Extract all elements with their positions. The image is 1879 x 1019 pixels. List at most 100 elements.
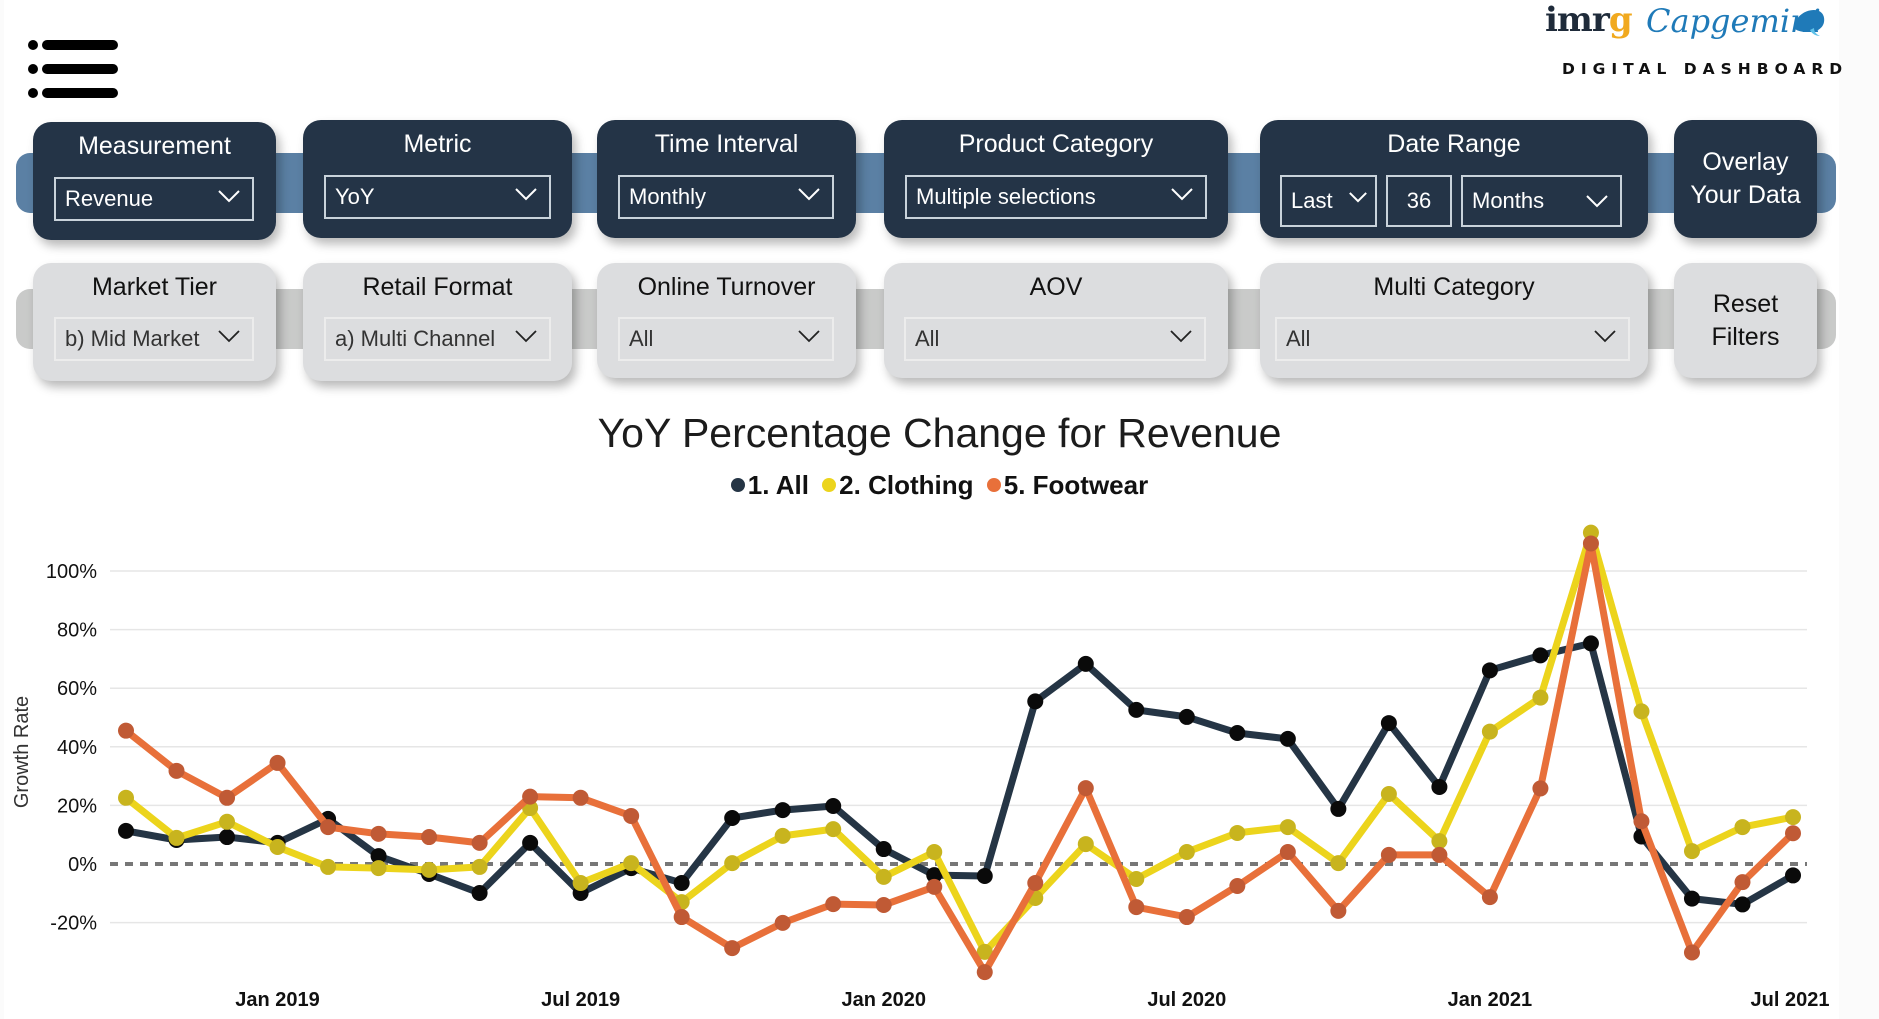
data-point-clothing[interactable]: 2. Clothing Feb 2019: -1% bbox=[320, 858, 337, 875]
line-chart: -20%0%20%40%60%80%100% Jan 2019 Jul 2019 J… bbox=[11, 524, 1829, 1011]
data-point-footwear[interactable]: 5. Footwear Feb 2020: -7.8% bbox=[926, 878, 943, 895]
data-point-clothing[interactable]: 2. Clothing Aug 2019: 0.3% bbox=[623, 855, 640, 872]
data-point-footwear[interactable]: 5. Footwear Apr 2019: 9.2% bbox=[421, 829, 438, 846]
y-tick-label: 80% bbox=[57, 620, 97, 642]
data-point-footwear[interactable]: 5. Footwear Feb 2021: 25.8% bbox=[1532, 780, 1549, 797]
data-point-all[interactable]: 1. All Feb 2021: 71.2% bbox=[1532, 647, 1549, 664]
data-point-all[interactable]: 1. All Jun 2021: -13.8% bbox=[1734, 896, 1751, 913]
y-tick-label: 60% bbox=[57, 678, 97, 700]
data-point-clothing[interactable]: 2. Clothing Oct 2018: 22.6% bbox=[118, 789, 134, 806]
data-point-clothing[interactable]: 2. Clothing Apr 2021: 52.1% bbox=[1633, 703, 1650, 720]
data-point-clothing[interactable]: 2. Clothing Jan 2020: -4.4% bbox=[875, 868, 892, 885]
data-point-clothing[interactable]: 2. Clothing Nov 2018: 8.9% bbox=[168, 829, 185, 846]
data-point-footwear[interactable]: 5. Footwear Feb 2019: 12.6% bbox=[320, 819, 337, 836]
data-point-all[interactable]: 1. All May 2019: -9.9% bbox=[471, 885, 488, 902]
data-point-all[interactable]: 1. All Jun 2019: 7.2% bbox=[522, 834, 539, 851]
data-point-footwear[interactable]: 5. Footwear Aug 2019: 16.4% bbox=[623, 807, 640, 824]
data-point-all[interactable]: 1. All Dec 2018: 9.2% bbox=[219, 829, 236, 846]
data-point-clothing[interactable]: 2. Clothing Mar 2019: -1.4% bbox=[370, 860, 387, 877]
y-axis-label: Growth Rate bbox=[11, 696, 33, 808]
y-tick-label: 40% bbox=[57, 737, 97, 759]
data-point-all[interactable]: 1. All Jun 2020: 52.6% bbox=[1128, 701, 1145, 718]
data-point-footwear[interactable]: 5. Footwear Jun 2020: -14.7% bbox=[1128, 899, 1145, 916]
data-point-footwear[interactable]: 5. Footwear Jun 2021: -6.2% bbox=[1734, 874, 1751, 891]
data-point-all[interactable]: 1. All May 2020: 68.3% bbox=[1077, 655, 1094, 672]
data-point-clothing[interactable]: 2. Clothing Feb 2021: 56.8% bbox=[1532, 689, 1549, 706]
data-point-all[interactable]: 1. All Dec 2019: 19.8% bbox=[825, 797, 842, 814]
data-point-clothing[interactable]: 2. Clothing Jul 2021: 16% bbox=[1785, 809, 1801, 826]
x-tick-label: Jul 2019 bbox=[541, 989, 620, 1011]
data-point-footwear[interactable]: 5. Footwear Mar 2020: -36.9% bbox=[976, 964, 993, 981]
data-point-all[interactable]: 1. All Nov 2019: 18.4% bbox=[774, 802, 791, 819]
data-point-all[interactable]: 1. All Jul 2020: 50.2% bbox=[1178, 708, 1195, 725]
data-point-footwear[interactable]: 5. Footwear Jul 2019: 22.6% bbox=[572, 789, 589, 806]
data-point-footwear[interactable]: 5. Footwear Dec 2018: 22.6% bbox=[219, 789, 236, 806]
data-point-footwear[interactable]: 5. Footwear May 2021: -30.2% bbox=[1683, 944, 1700, 961]
data-point-all[interactable]: 1. All Jan 2020: 5.1% bbox=[875, 841, 892, 858]
data-point-clothing[interactable]: 2. Clothing Jun 2020: -5.1% bbox=[1128, 870, 1145, 887]
data-point-footwear[interactable]: 5. Footwear Nov 2018: 31.8% bbox=[168, 762, 185, 779]
data-point-footwear[interactable]: 5. Footwear Mar 2021: 109.4% bbox=[1582, 535, 1599, 552]
data-point-footwear[interactable]: 5. Footwear Sep 2020: 4.1% bbox=[1279, 843, 1296, 860]
data-point-footwear[interactable]: 5. Footwear Apr 2021: 14.6% bbox=[1633, 813, 1650, 830]
x-tick-label: Jan 2021 bbox=[1448, 989, 1533, 1011]
data-point-clothing[interactable]: 2. Clothing May 2019: -1% bbox=[471, 858, 488, 875]
data-point-clothing[interactable]: 2. Clothing Oct 2020: 0.3% bbox=[1330, 855, 1347, 872]
data-point-clothing[interactable]: 2. Clothing Dec 2020: 7.8% bbox=[1431, 833, 1448, 850]
data-point-clothing[interactable]: 2. Clothing Dec 2019: 11.9% bbox=[825, 821, 842, 838]
data-point-all[interactable]: 1. All Jan 2021: 66.1% bbox=[1481, 662, 1498, 679]
data-point-all[interactable]: 1. All Sep 2019: -6.5% bbox=[673, 875, 690, 892]
data-point-footwear[interactable]: 5. Footwear Aug 2020: -7.5% bbox=[1229, 877, 1246, 894]
data-point-footwear[interactable]: 5. Footwear Jun 2019: 23% bbox=[522, 788, 539, 805]
data-point-footwear[interactable]: 5. Footwear Nov 2020: 3.1% bbox=[1380, 846, 1397, 863]
y-tick-label: 100% bbox=[46, 561, 97, 583]
data-point-clothing[interactable]: 2. Clothing Aug 2020: 10.6% bbox=[1229, 824, 1246, 841]
data-point-clothing[interactable]: 2. Clothing Jul 2020: 4.1% bbox=[1178, 843, 1195, 860]
data-point-clothing[interactable]: 2. Clothing Feb 2020: 4.1% bbox=[926, 843, 943, 860]
data-point-clothing[interactable]: 2. Clothing Nov 2020: 23.9% bbox=[1380, 785, 1397, 802]
data-point-all[interactable]: 1. All Jul 2021: -3.9% bbox=[1785, 867, 1801, 884]
data-point-footwear[interactable]: 5. Footwear Oct 2020: -16% bbox=[1330, 902, 1347, 919]
data-point-all[interactable]: 1. All Sep 2020: 42.7% bbox=[1279, 730, 1296, 747]
data-point-all[interactable]: 1. All Mar 2020: -4.1% bbox=[976, 868, 993, 885]
data-point-clothing[interactable]: 2. Clothing Jul 2019: -6.5% bbox=[572, 875, 589, 892]
data-point-clothing[interactable]: 2. Clothing Oct 2019: 0.3% bbox=[724, 855, 741, 872]
data-point-clothing[interactable]: 2. Clothing May 2021: 4.4% bbox=[1683, 843, 1700, 860]
data-point-clothing[interactable]: 2. Clothing Jan 2019: 5.8% bbox=[269, 839, 286, 856]
data-point-footwear[interactable]: 5. Footwear Oct 2019: -28.7% bbox=[724, 940, 741, 957]
data-point-footwear[interactable]: 5. Footwear May 2020: 25.9% bbox=[1077, 780, 1094, 797]
data-point-clothing[interactable]: 2. Clothing Sep 2020: 12.6% bbox=[1279, 819, 1296, 836]
data-point-footwear[interactable]: 5. Footwear Jan 2020: -14% bbox=[875, 897, 892, 914]
data-point-footwear[interactable]: 5. Footwear Jan 2019: 34.5% bbox=[269, 754, 286, 771]
data-point-footwear[interactable]: 5. Footwear Nov 2019: -20.1% bbox=[774, 914, 791, 931]
data-point-all[interactable]: 1. All Mar 2021: 75.3% bbox=[1582, 635, 1599, 652]
data-point-clothing[interactable]: 2. Clothing Nov 2019: 9.6% bbox=[774, 827, 791, 844]
data-point-footwear[interactable]: 5. Footwear Sep 2019: -18.1% bbox=[673, 909, 690, 926]
data-point-all[interactable]: 1. All Aug 2020: 44.7% bbox=[1229, 725, 1246, 742]
data-point-footwear[interactable]: 5. Footwear Mar 2019: 10.3% bbox=[370, 825, 387, 842]
data-point-clothing[interactable]: 2. Clothing Jan 2021: 45.2% bbox=[1481, 723, 1498, 740]
y-tick-label: 20% bbox=[57, 795, 97, 817]
data-point-footwear[interactable]: 5. Footwear Jul 2021: 10.5% bbox=[1785, 825, 1801, 842]
x-tick-label: Jan 2019 bbox=[235, 989, 320, 1011]
data-point-all[interactable]: 1. All Nov 2020: 48.1% bbox=[1380, 715, 1397, 732]
data-point-clothing[interactable]: 2. Clothing Dec 2018: 14.4% bbox=[219, 813, 236, 830]
data-point-all[interactable]: 1. All Oct 2020: 18.8% bbox=[1330, 800, 1347, 817]
data-point-clothing[interactable]: 2. Clothing Apr 2019: -2% bbox=[421, 861, 438, 878]
y-axis-ticks: -20% 0% 20% 40% 60% 80% 100% bbox=[46, 561, 97, 935]
data-point-footwear[interactable]: 5. Footwear Oct 2018: 45.5% bbox=[118, 722, 134, 739]
data-point-all[interactable]: 1. All Oct 2019: 15.7% bbox=[724, 809, 741, 826]
data-point-footwear[interactable]: 5. Footwear Jul 2020: -18.1% bbox=[1178, 909, 1195, 926]
data-point-footwear[interactable]: 5. Footwear May 2019: 7.2% bbox=[471, 834, 488, 851]
y-tick-label: -20% bbox=[50, 913, 97, 935]
data-point-all[interactable]: 1. All May 2021: -11.8% bbox=[1683, 890, 1700, 907]
data-point-footwear[interactable]: 5. Footwear Dec 2020: 3.1% bbox=[1431, 846, 1448, 863]
data-point-all[interactable]: 1. All Dec 2020: 26.3% bbox=[1431, 778, 1448, 795]
data-point-footwear[interactable]: 5. Footwear Dec 2019: -13.7% bbox=[825, 896, 842, 913]
data-point-clothing[interactable]: 2. Clothing Jun 2021: 12.6% bbox=[1734, 819, 1751, 836]
data-point-footwear[interactable]: 5. Footwear Jan 2021: -11.3% bbox=[1481, 889, 1498, 906]
data-point-all[interactable]: 1. All Oct 2018: 11.3% bbox=[118, 822, 134, 839]
data-point-clothing[interactable]: 2. Clothing May 2020: 6.8% bbox=[1077, 836, 1094, 853]
data-point-all[interactable]: 1. All Apr 2020: 55.5% bbox=[1027, 693, 1044, 710]
data-point-footwear[interactable]: 5. Footwear Apr 2020: -6.5% bbox=[1027, 875, 1044, 892]
